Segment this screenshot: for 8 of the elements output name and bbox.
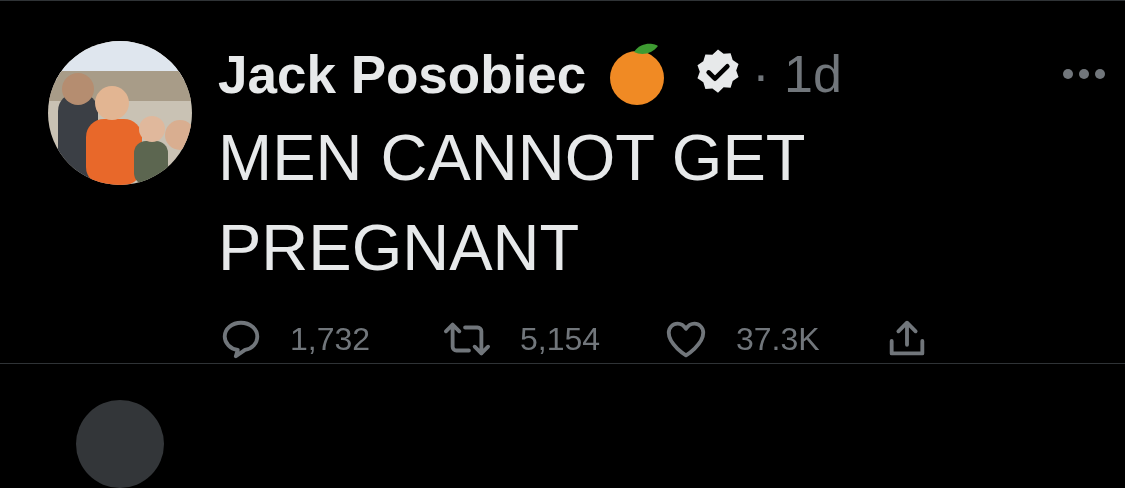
action-count: 5,154 xyxy=(520,320,601,359)
action-count: 1,732 xyxy=(290,320,371,359)
author-name[interactable]: Jack Posobiec xyxy=(218,47,587,101)
more-icon[interactable] xyxy=(1062,68,1106,80)
timestamp[interactable]: · 1d xyxy=(752,48,842,100)
fruit-icon xyxy=(608,42,667,106)
tweet-text: MEN CANNOT GET PREGNANT xyxy=(218,120,806,286)
action-count: 37.3K xyxy=(736,320,820,359)
